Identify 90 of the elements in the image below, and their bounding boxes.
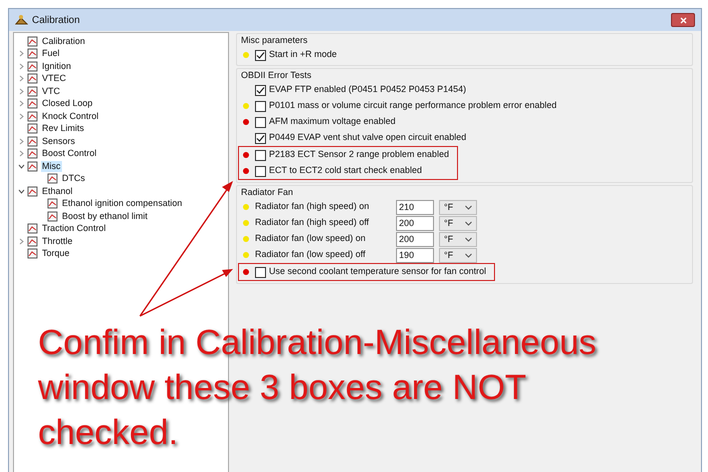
number-field[interactable]: 200 <box>396 232 434 246</box>
app-icon <box>15 14 28 26</box>
unit-dropdown[interactable]: °F <box>439 248 477 262</box>
check-icon <box>256 50 265 60</box>
chevron-down-icon <box>465 220 472 226</box>
check-icon <box>256 86 265 94</box>
number-field[interactable]: 190 <box>396 248 434 262</box>
node-icon <box>27 186 38 197</box>
tree-item[interactable]: Knock Control <box>41 110 100 122</box>
tree-item[interactable]: Traction Control <box>41 223 107 234</box>
check-icon <box>256 134 265 142</box>
tree-item[interactable]: Ethanol <box>41 186 74 197</box>
checkbox-label: EVAP FTP enabled (P0451 P0452 P0453 P1454) <box>269 83 466 96</box>
checkbox-label: Start in +R mode <box>269 48 337 62</box>
chevron-down-icon <box>465 236 472 242</box>
field-label: Radiator fan (high speed) off <box>255 216 370 230</box>
tree-item[interactable]: Calibration <box>41 36 86 47</box>
chevron-right-icon[interactable] <box>18 50 25 58</box>
chevron-right-icon[interactable] <box>18 138 25 145</box>
chevron-right-icon[interactable] <box>18 88 25 95</box>
checkbox[interactable] <box>255 166 266 176</box>
chevron-down-icon <box>465 252 472 258</box>
annotation-text: Confim in Calibration-Miscellaneous window these 3 boxes are NOT checked. <box>38 322 596 454</box>
chevron-right-icon[interactable] <box>18 150 25 158</box>
node-icon <box>27 86 38 97</box>
checkbox-label: P0449 EVAP vent shut valve open circuit enabled <box>269 131 466 144</box>
tree-item[interactable]: Rev Limits <box>41 123 86 134</box>
node-icon <box>27 60 38 72</box>
unit-dropdown[interactable]: °F <box>439 216 477 230</box>
checkbox[interactable] <box>255 84 266 96</box>
unit-dropdown[interactable]: °F <box>439 200 477 214</box>
window-title: Calibration <box>32 14 80 28</box>
tree-item[interactable]: Boost by ethanol limit <box>61 210 149 222</box>
tree-item[interactable]: Misc <box>41 160 62 172</box>
node-icon <box>47 198 58 210</box>
checkbox[interactable] <box>255 132 266 144</box>
checkbox[interactable] <box>255 266 266 278</box>
checkbox[interactable] <box>255 100 266 112</box>
node-icon <box>27 148 38 160</box>
tree-item[interactable]: Fuel <box>41 48 61 60</box>
checkbox[interactable] <box>255 116 266 128</box>
tree-item[interactable]: Ignition <box>41 60 72 72</box>
chevron-right-icon[interactable] <box>18 100 25 108</box>
checkbox[interactable] <box>255 50 266 60</box>
node-icon <box>47 210 58 222</box>
chevron-right-icon[interactable] <box>18 75 25 82</box>
chevron-down-icon[interactable] <box>18 162 25 170</box>
tree-item[interactable]: Torque <box>41 248 71 260</box>
node-icon <box>27 98 38 110</box>
tree-item[interactable]: VTEC <box>41 73 68 84</box>
checkbox-label: P2183 ECT Sensor 2 range problem enabled <box>269 148 449 162</box>
group-title: OBDII Error Tests <box>241 69 312 82</box>
node-icon <box>27 223 38 234</box>
tree-item[interactable]: Throttle <box>41 236 74 247</box>
chevron-right-icon[interactable] <box>18 238 25 245</box>
close-button[interactable] <box>671 13 695 27</box>
checkbox[interactable] <box>255 150 266 160</box>
chevron-down-icon <box>465 204 472 210</box>
node-icon <box>27 36 38 47</box>
checkbox-label: P0101 mass or volume circuit range performance problem error enabled <box>269 99 557 112</box>
node-icon <box>27 48 38 60</box>
node-icon <box>27 110 38 122</box>
checkbox-label: Use second coolant temperature sensor for fan control <box>269 265 486 278</box>
chevron-down-icon[interactable] <box>18 188 25 195</box>
tree-item[interactable]: Sensors <box>41 136 76 147</box>
close-icon <box>680 16 686 24</box>
tree-item[interactable]: VTC <box>41 86 61 97</box>
node-icon <box>27 73 38 84</box>
number-field[interactable]: 210 <box>396 200 434 214</box>
node-icon <box>27 248 38 260</box>
group-title: Radiator Fan <box>241 186 294 199</box>
node-icon <box>27 123 38 134</box>
tree-item[interactable]: Boost Control <box>41 148 98 160</box>
tree-item[interactable]: Closed Loop <box>41 98 94 110</box>
node-icon <box>27 160 38 172</box>
tree-item[interactable]: DTCs <box>61 173 86 184</box>
node-icon <box>27 136 38 147</box>
field-label: Radiator fan (high speed) on <box>255 200 370 214</box>
checkbox-label: AFM maximum voltage enabled <box>269 115 396 128</box>
chevron-right-icon[interactable] <box>18 112 25 120</box>
field-label: Radiator fan (low speed) on <box>255 232 367 246</box>
chevron-right-icon[interactable] <box>18 62 25 70</box>
field-label: Radiator fan (low speed) off <box>255 248 366 262</box>
node-icon <box>47 173 58 184</box>
group-title: Misc parameters <box>241 34 309 47</box>
checkbox-label: ECT to ECT2 cold start check enabled <box>269 164 422 178</box>
tree-item[interactable]: Ethanol ignition compensation <box>61 198 184 210</box>
node-icon <box>27 236 38 247</box>
number-field[interactable]: 200 <box>396 216 434 230</box>
unit-dropdown[interactable]: °F <box>439 232 477 246</box>
